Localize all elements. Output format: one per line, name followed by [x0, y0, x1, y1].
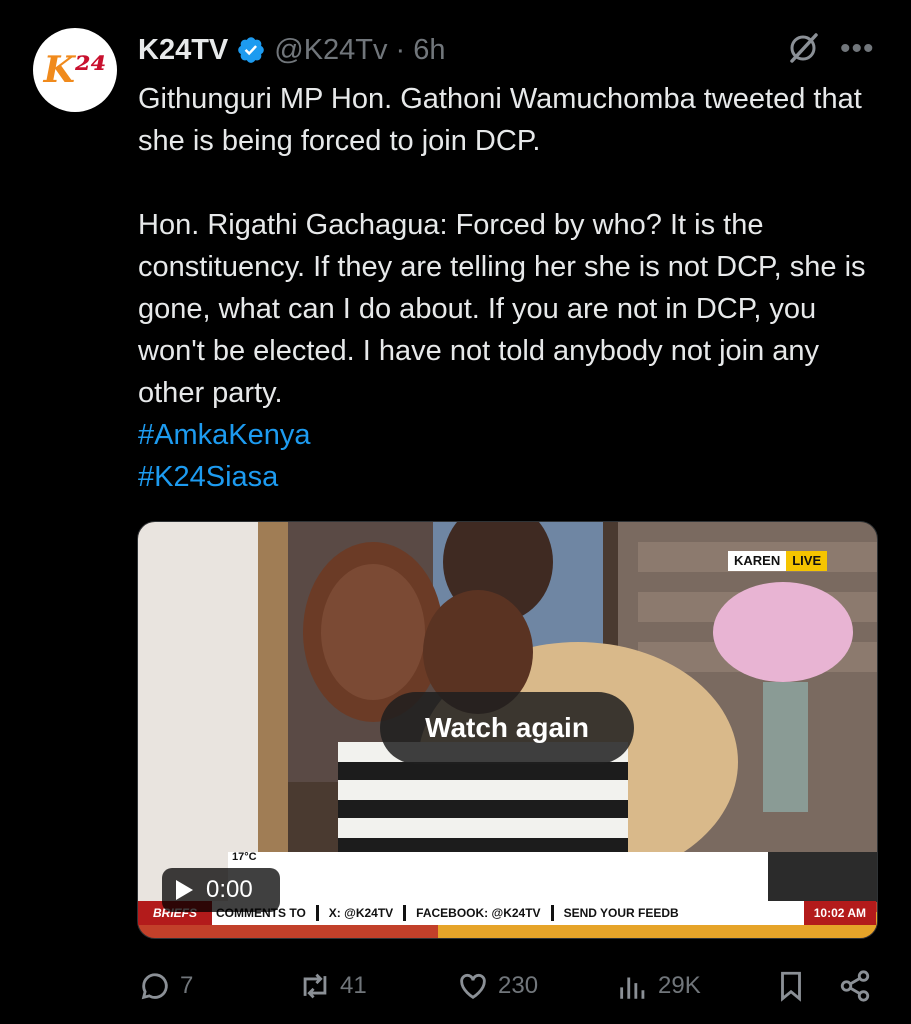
- bookmark-button[interactable]: [774, 964, 808, 1008]
- tweet: K²⁴ K24TV @K24Tv · 6h ••• Githunguri MP …: [0, 0, 911, 1024]
- avatar[interactable]: K²⁴: [33, 28, 117, 112]
- play-icon[interactable]: [174, 879, 194, 901]
- ticker-item: X: @K24TV: [315, 905, 403, 921]
- like-button[interactable]: 230: [456, 964, 538, 1008]
- share-icon: [840, 970, 870, 1002]
- tweet-header: K24TV @K24Tv · 6h: [138, 30, 445, 70]
- grok-icon[interactable]: [785, 30, 821, 66]
- repost-count: 41: [340, 972, 367, 999]
- tweet-body: Githunguri MP Hon. Gathoni Wamuchomba tw…: [138, 83, 866, 409]
- separator: ·: [395, 33, 406, 66]
- hashtag-link[interactable]: #K24Siasa: [138, 456, 888, 498]
- reply-icon: [141, 973, 168, 1000]
- share-button[interactable]: [838, 964, 872, 1008]
- video-time: 0:00: [206, 876, 253, 903]
- reply-count: 7: [180, 972, 194, 999]
- verified-badge-icon: [238, 37, 265, 63]
- live-tag: KAREN LIVE: [728, 551, 828, 571]
- views-button[interactable]: 29K: [616, 964, 701, 1008]
- views-icon: [620, 977, 645, 999]
- heart-icon: [460, 973, 486, 1000]
- ticker-item: SEND YOUR FEEDB: [550, 905, 689, 921]
- k24-logo-icon: K²⁴: [43, 49, 107, 91]
- like-count: 230: [498, 972, 539, 999]
- handle[interactable]: @K24Tv: [274, 34, 387, 67]
- ticker-clock: 10:02 AM: [803, 901, 876, 925]
- more-options-icon[interactable]: •••: [840, 34, 876, 64]
- tweet-text: Githunguri MP Hon. Gathoni Wamuchomba tw…: [138, 78, 888, 498]
- temperature-label: 17°C: [232, 851, 257, 863]
- timestamp[interactable]: 6h: [413, 34, 445, 67]
- repost-button[interactable]: 41: [298, 964, 367, 1008]
- hashtag-link[interactable]: #AmkaKenya: [138, 414, 888, 456]
- play-time-control[interactable]: 0:00: [162, 868, 280, 912]
- view-count: 29K: [658, 972, 701, 999]
- location-label: KAREN: [728, 551, 787, 571]
- watch-again-button[interactable]: Watch again: [380, 692, 634, 764]
- bookmark-icon: [781, 971, 801, 1002]
- action-bar: 7 41 230 29K: [138, 964, 878, 1008]
- repost-icon: [303, 973, 327, 999]
- reply-button[interactable]: 7: [138, 964, 193, 1008]
- ticker-item: FACEBOOK: @K24TV: [403, 905, 550, 921]
- display-name[interactable]: K24TV: [138, 34, 228, 67]
- live-label: LIVE: [786, 551, 828, 571]
